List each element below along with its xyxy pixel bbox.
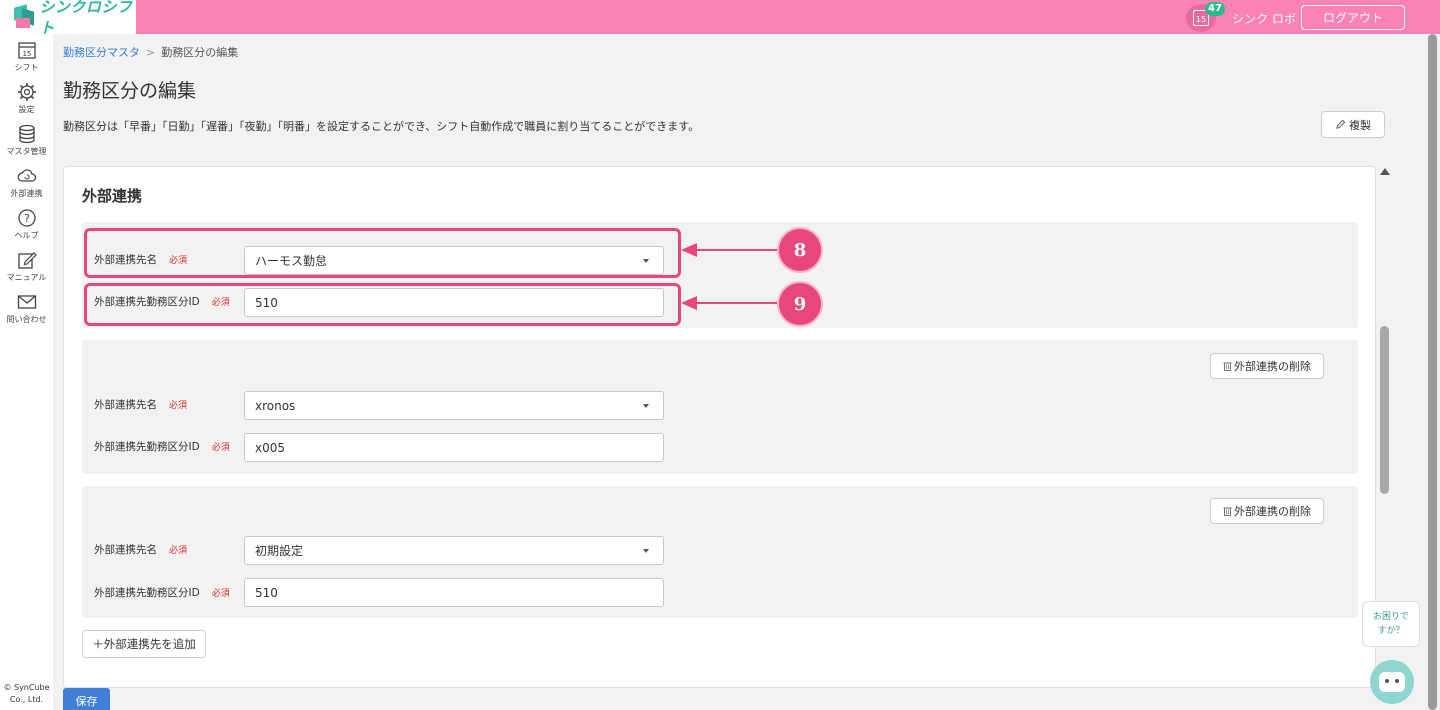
top-header: シンクロシフト 15 47 シンク ロボ ログアウト <box>0 0 1440 37</box>
cloud-icon <box>17 169 36 182</box>
breadcrumb-link-master[interactable]: 勤務区分マスタ <box>63 46 140 59</box>
external-name-select[interactable]: xronos <box>244 391 664 420</box>
external-link-block: 外部連携の削除 外部連携先名 必須 初期設定 外部連携先勤務区分ID 必須 510 <box>82 486 1358 618</box>
external-name-label: 外部連携先名 必須 <box>94 544 188 556</box>
svg-text:?: ? <box>24 212 30 225</box>
sidebar-item-label: 問い合わせ <box>6 315 47 324</box>
external-id-label: 外部連携先勤務区分ID 必須 <box>94 441 230 453</box>
copyright: © SynCube Co., Ltd. <box>3 683 50 704</box>
external-name-label: 外部連携先名 必須 <box>94 399 188 411</box>
required-badge: 必須 <box>211 443 230 453</box>
help-icon: ? <box>17 209 36 227</box>
sidebar-item-label: マニュアル <box>6 273 47 282</box>
logo-mark-icon <box>12 4 34 30</box>
sidebar-item-master[interactable]: マスタ管理 <box>0 124 53 157</box>
annotation-line <box>695 302 783 304</box>
annotation-highlight-8 <box>84 228 681 278</box>
notification-count-badge: 47 <box>1205 2 1225 16</box>
add-external-link-button[interactable]: ＋外部連携先を追加 <box>82 630 206 658</box>
sidebar-item-settings[interactable]: 設定 <box>0 82 53 115</box>
calendar-icon: 15 <box>17 42 36 59</box>
database-icon <box>18 124 35 144</box>
external-id-label: 外部連携先勤務区分ID 必須 <box>94 587 230 599</box>
trash-icon <box>1223 362 1232 371</box>
delete-link-button[interactable]: 外部連携の削除 <box>1210 353 1324 379</box>
sidebar-item-help[interactable]: ? ヘルプ <box>0 208 53 241</box>
annotation-line <box>695 249 783 251</box>
sidebar-item-contact[interactable]: 問い合わせ <box>0 292 53 325</box>
copy-label: 複製 <box>1349 118 1371 132</box>
required-badge: 必須 <box>169 546 188 556</box>
chatbot-robot-icon[interactable] <box>1370 660 1414 704</box>
sidebar-item-label: シフト <box>14 63 39 72</box>
pencil-icon <box>1336 119 1346 129</box>
copy-button[interactable]: 複製 <box>1321 111 1385 138</box>
sidebar-item-label: ヘルプ <box>14 231 39 240</box>
page-description: 勤務区分は「早番」「日勤」「遅番」「夜勤」「明番」を設定することができ、シフト自… <box>63 120 700 133</box>
external-id-input[interactable]: 510 <box>244 578 664 607</box>
sidebar-item-shift[interactable]: 15 シフト <box>0 40 53 73</box>
app-logo[interactable]: シンクロシフト <box>0 0 136 37</box>
annotation-marker-8: 8 <box>779 229 821 271</box>
mail-icon <box>17 295 36 309</box>
required-badge: 必須 <box>169 401 188 411</box>
delete-link-button[interactable]: 外部連携の削除 <box>1210 498 1324 524</box>
dropdown-caret-icon <box>643 549 649 553</box>
dropdown-caret-icon <box>643 404 649 408</box>
trash-icon <box>1223 507 1232 516</box>
sidebar-item-label: 設定 <box>18 105 35 114</box>
scrollbar-thumb[interactable] <box>1428 34 1437 710</box>
save-button[interactable]: 保存 <box>63 688 110 710</box>
page-title: 勤務区分の編集 <box>63 80 197 102</box>
gear-icon <box>17 83 36 101</box>
sidebar: 15 シフト 設定 マスタ管理 外部連携 ? ヘルプ マニュアル 問い合わせ ©… <box>0 34 53 710</box>
annotation-highlight-9 <box>84 283 681 326</box>
sidebar-item-manual[interactable]: マニュアル <box>0 250 53 283</box>
breadcrumb-current: 勤務区分の編集 <box>161 46 239 59</box>
external-name-select[interactable]: 初期設定 <box>244 536 664 565</box>
help-bubble[interactable]: お困りで すか？ <box>1362 601 1420 647</box>
required-badge: 必須 <box>211 589 230 599</box>
annotation-marker-9: 9 <box>779 283 821 325</box>
sidebar-item-external[interactable]: 外部連携 <box>0 166 53 199</box>
breadcrumb-separator: > <box>146 46 156 59</box>
section-title: 外部連携 <box>82 187 143 205</box>
logout-button[interactable]: ログアウト <box>1301 5 1405 30</box>
external-link-block: 外部連携の削除 外部連携先名 必須 xronos 外部連携先勤務区分ID 必須 x0… <box>82 340 1358 474</box>
edit-icon <box>17 252 37 269</box>
sidebar-item-label: マスタ管理 <box>6 147 47 156</box>
svg-text:15: 15 <box>22 50 31 58</box>
page-scrollbar[interactable] <box>1425 34 1440 710</box>
scrollbar-thumb[interactable] <box>1380 326 1389 494</box>
breadcrumb: 勤務区分マスタ > 勤務区分の編集 <box>63 44 238 60</box>
scroll-up-icon[interactable] <box>1380 168 1390 175</box>
external-id-input[interactable]: x005 <box>244 433 664 462</box>
user-name: シンク ロボ <box>1232 12 1296 26</box>
sidebar-item-label: 外部連携 <box>10 189 43 198</box>
app-name: シンクロシフト <box>39 0 133 37</box>
